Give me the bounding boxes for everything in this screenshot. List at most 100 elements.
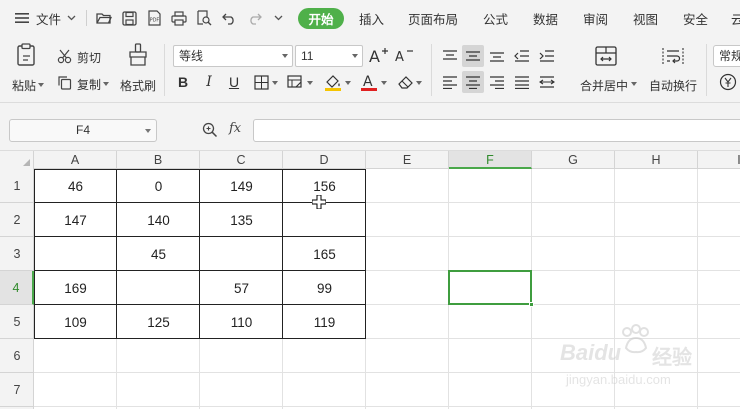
align-left-icon[interactable] (440, 72, 460, 92)
cell-b1[interactable]: 0 (117, 169, 200, 203)
tab-insert[interactable]: 插入 (359, 9, 384, 28)
column-header-e[interactable]: E (366, 151, 449, 169)
cell-d3[interactable]: 165 (283, 237, 366, 271)
tab-review[interactable]: 审阅 (583, 9, 608, 28)
paste-dropdown-icon[interactable] (37, 81, 45, 89)
align-top-icon[interactable] (440, 46, 460, 66)
insert-function-button[interactable]: fx (229, 121, 241, 136)
copy-icon[interactable] (56, 74, 72, 90)
tab-page-layout[interactable]: 页面布局 (408, 9, 458, 28)
align-center-icon[interactable] (462, 71, 484, 93)
tab-cloud[interactable]: 云 (731, 9, 740, 28)
align-middle-icon[interactable] (462, 45, 484, 67)
wrap-text-icon[interactable] (661, 44, 685, 68)
column-header-h[interactable]: H (615, 151, 698, 169)
increase-indent-icon[interactable] (537, 46, 557, 66)
name-box[interactable]: F4 (9, 119, 157, 142)
cell-c1[interactable]: 149 (200, 169, 283, 203)
cell-d5[interactable]: 119 (283, 305, 366, 339)
row-header-1[interactable]: 1 (0, 169, 34, 203)
row-header-7[interactable]: 7 (0, 373, 34, 407)
cell-a2[interactable]: 147 (34, 203, 117, 237)
chevron-down-icon[interactable] (66, 13, 76, 23)
font-name-select[interactable]: 等线 (173, 45, 293, 67)
underline-icon[interactable]: U (225, 72, 243, 92)
clear-format-icon[interactable] (395, 73, 415, 91)
increase-font-size-icon[interactable]: A (368, 44, 390, 66)
clear-format-dropdown-icon[interactable] (415, 80, 423, 86)
merge-dropdown-icon[interactable] (630, 81, 638, 87)
tab-formulas[interactable]: 公式 (483, 9, 508, 28)
fill-color-icon[interactable] (323, 72, 343, 92)
select-all-corner[interactable] (0, 151, 34, 169)
formula-input[interactable] (253, 119, 740, 142)
selected-cell[interactable] (448, 270, 532, 305)
wrap-text-button[interactable]: 自动换行 (649, 77, 697, 94)
paste-icon[interactable] (14, 42, 38, 68)
align-right-icon[interactable] (487, 72, 507, 92)
undo-icon[interactable] (220, 9, 238, 27)
open-folder-icon[interactable] (95, 9, 113, 27)
font-color-icon[interactable]: A (359, 72, 379, 92)
cell-c2[interactable]: 135 (200, 203, 283, 237)
decrease-indent-icon[interactable] (512, 46, 532, 66)
fill-handle[interactable] (529, 302, 534, 307)
column-header-f[interactable]: F (449, 151, 532, 169)
row-header-3[interactable]: 3 (0, 237, 34, 271)
column-header-c[interactable]: C (200, 151, 283, 169)
column-header-g[interactable]: G (532, 151, 615, 169)
column-header-b[interactable]: B (117, 151, 200, 169)
quick-access-dropdown-icon[interactable] (271, 11, 285, 25)
font-size-select[interactable]: 11 (295, 45, 363, 67)
save-icon[interactable] (120, 9, 138, 27)
zoom-search-icon[interactable] (201, 121, 219, 139)
merge-center-icon[interactable] (594, 44, 618, 68)
copy-dropdown-icon[interactable] (102, 80, 110, 88)
borders-dropdown-icon[interactable] (271, 80, 279, 86)
row-header-2[interactable]: 2 (0, 203, 34, 237)
cell-b4[interactable] (117, 271, 200, 305)
scissors-icon[interactable] (56, 48, 72, 64)
file-menu[interactable]: 文件 (36, 9, 61, 28)
font-color-dropdown-icon[interactable] (380, 80, 388, 86)
justify-icon[interactable] (512, 72, 532, 92)
hamburger-menu-icon[interactable] (14, 10, 30, 26)
cell-b2[interactable]: 140 (117, 203, 200, 237)
cut-button[interactable]: 剪切 (77, 49, 101, 66)
cell-a5[interactable]: 109 (34, 305, 117, 339)
cell-style-icon[interactable] (286, 73, 304, 91)
currency-icon[interactable] (718, 72, 738, 92)
paste-button[interactable]: 粘贴 (12, 77, 36, 94)
cell-c5[interactable]: 110 (200, 305, 283, 339)
merge-center-button[interactable]: 合并居中 (580, 77, 628, 94)
cell-d4[interactable]: 99 (283, 271, 366, 305)
cell-a3[interactable] (34, 237, 117, 271)
distributed-align-icon[interactable] (537, 72, 557, 92)
row-header-4[interactable]: 4 (0, 271, 34, 305)
decrease-font-size-icon[interactable]: A (394, 44, 416, 66)
print-icon[interactable] (170, 9, 188, 27)
cell-a1[interactable]: 46 (34, 169, 117, 203)
italic-icon[interactable]: I (200, 72, 218, 92)
format-painter-icon[interactable] (126, 42, 150, 68)
borders-icon[interactable] (252, 74, 270, 90)
cell-a4[interactable]: 169 (34, 271, 117, 305)
column-header-a[interactable]: A (34, 151, 117, 169)
tab-start[interactable]: 开始 (298, 8, 344, 29)
number-format-select[interactable]: 常规 (713, 45, 740, 67)
row-header-5[interactable]: 5 (0, 305, 34, 339)
copy-button[interactable]: 复制 (77, 76, 101, 93)
cell-c4[interactable]: 57 (200, 271, 283, 305)
export-pdf-icon[interactable]: PDF (145, 9, 163, 27)
align-bottom-icon[interactable] (487, 46, 507, 66)
fill-color-dropdown-icon[interactable] (344, 80, 352, 86)
column-header-d[interactable]: D (283, 151, 366, 169)
print-preview-icon[interactable] (195, 9, 213, 27)
column-header-i[interactable]: I (698, 151, 740, 169)
bold-icon[interactable]: B (174, 72, 192, 92)
tab-security[interactable]: 安全 (683, 9, 708, 28)
format-painter-button[interactable]: 格式刷 (120, 77, 156, 94)
tab-view[interactable]: 视图 (633, 9, 658, 28)
tab-data[interactable]: 数据 (533, 9, 558, 28)
cell-b3[interactable]: 45 (117, 237, 200, 271)
